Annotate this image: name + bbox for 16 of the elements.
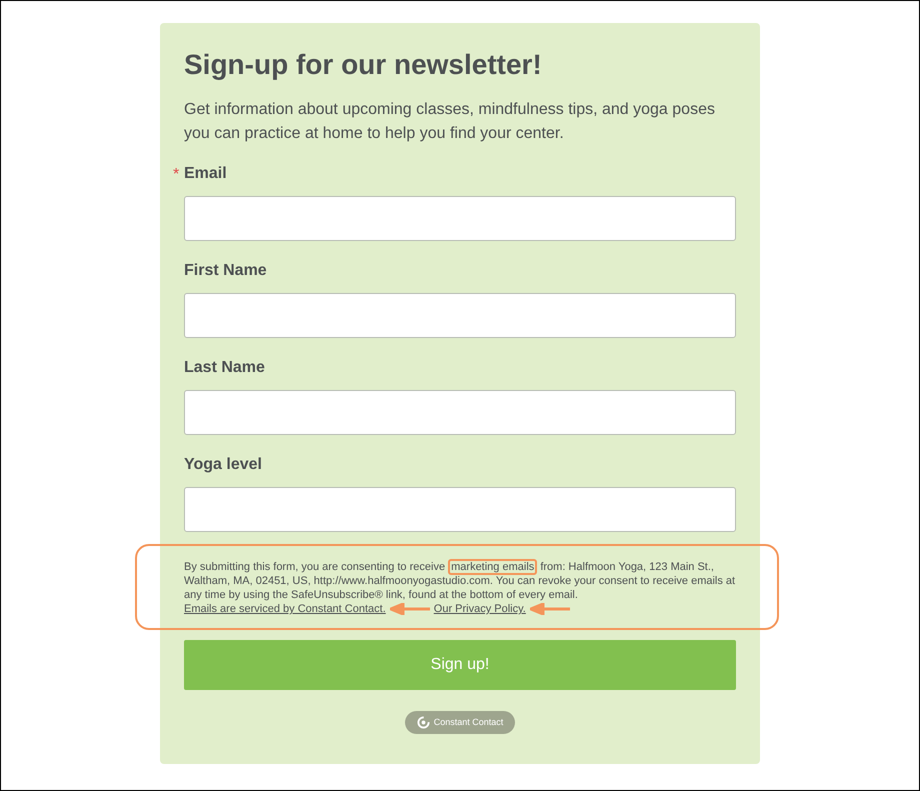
consent-link[interactable]: Emails are serviced by Constant Contact. — [184, 603, 386, 615]
field-label: Last Name — [184, 358, 265, 378]
highlight-box: marketing emails — [448, 559, 538, 575]
field-label: Email — [184, 164, 227, 184]
field-label: First Name — [184, 261, 267, 281]
input-field[interactable] — [184, 293, 736, 338]
consent-link[interactable]: Our Privacy Policy. — [434, 603, 526, 615]
input-field[interactable] — [184, 487, 736, 532]
required-mark: * — [173, 165, 180, 185]
form-title: Sign-up for our newsletter! — [184, 48, 543, 82]
logo-icon — [416, 716, 430, 729]
intro-text: Get information about upcoming classes, mindfulness tips, and yoga poses you can practice at home to help you find your center. — [184, 100, 716, 144]
input-field[interactable] — [184, 196, 736, 241]
input-field[interactable] — [184, 390, 736, 435]
consent-text: By submitting this form, you are consenting to receive marketing emails from: Halfmoon Yoga, 123 Main St., Waltham, MA, 02451, US, http://www.halfmoonyogastudio.com. You can revoke your consent to receive emails at any time by using the SafeUnsubscribe® link, found at the bottom of every email. Emails are serviced by Constant Contact. Our Privacy Policy. — [184, 560, 736, 616]
field-label: Yoga level — [184, 455, 262, 475]
